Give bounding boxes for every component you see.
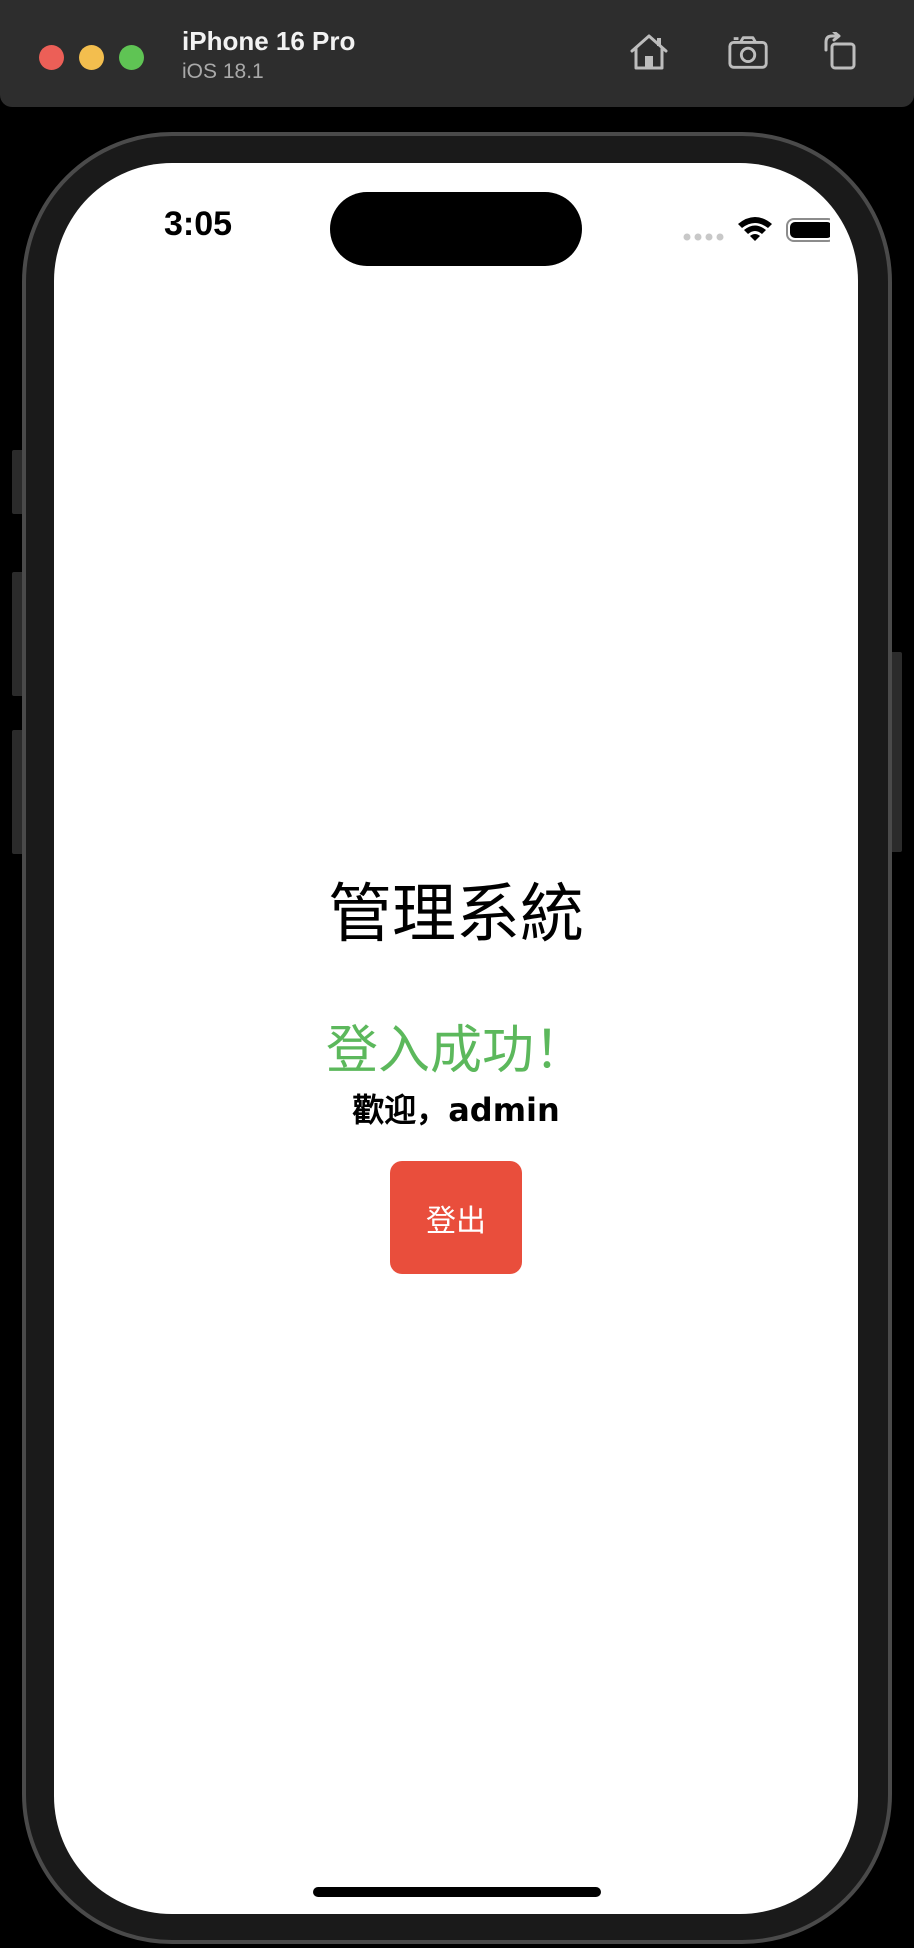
- welcome-text: 歡迎，admin: [352, 1091, 560, 1129]
- logout-button[interactable]: 登出: [390, 1161, 522, 1274]
- home-indicator[interactable]: [313, 1887, 601, 1897]
- minimize-window-button[interactable]: [79, 45, 104, 70]
- os-version: iOS 18.1: [182, 60, 264, 83]
- login-success-message: 登入成功！: [325, 1021, 586, 1081]
- home-icon: [630, 34, 668, 70]
- close-window-button[interactable]: [39, 45, 64, 70]
- page-title: 管理系統: [328, 878, 584, 952]
- phone-screen: 3:05 管理系統 登入成功！ 歡迎，admin 登出: [54, 163, 858, 1914]
- rotate-button[interactable]: [818, 30, 862, 74]
- screenshot-icon: [728, 36, 768, 69]
- device-name: iPhone 16 Pro: [182, 26, 356, 56]
- screenshot-button[interactable]: [727, 30, 771, 74]
- zoom-window-button[interactable]: [119, 45, 144, 70]
- home-button[interactable]: [627, 30, 671, 74]
- app-content: 管理系統 登入成功！ 歡迎，admin 登出: [54, 163, 858, 1914]
- simulator-toolbar: iPhone 16 Pro iOS 18.1: [0, 0, 914, 107]
- rotate-icon: [824, 32, 856, 70]
